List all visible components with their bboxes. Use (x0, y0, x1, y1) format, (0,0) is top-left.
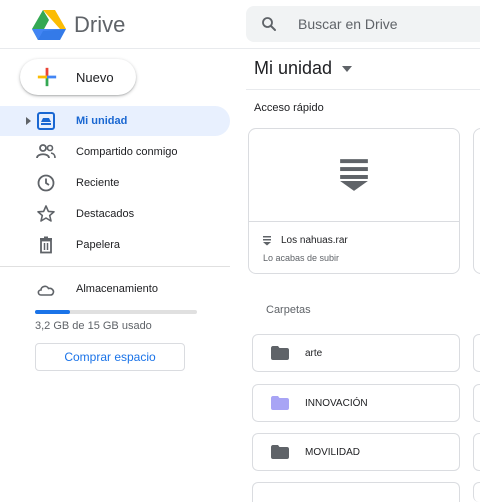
quick-file-subtitle: Lo acabas de subir (263, 253, 340, 263)
quick-access-card-partial[interactable] (473, 128, 480, 274)
sidebar-item-label: Papelera (76, 239, 121, 251)
folder-card[interactable]: MOVILIDAD (252, 433, 460, 471)
sidebar-item-my-drive[interactable]: Mi unidad (0, 106, 230, 136)
folder-card[interactable]: INNOVACIÓN (252, 384, 460, 422)
new-button-label: Nuevo (76, 69, 114, 85)
main-divider (246, 89, 480, 90)
caret-right-icon[interactable] (24, 117, 32, 125)
search-input[interactable] (296, 15, 470, 33)
sidebar-item-trash[interactable]: Papelera (0, 230, 230, 260)
folder-name: INNOVACIÓN (305, 397, 368, 409)
cloud-icon (37, 285, 55, 296)
search-icon[interactable] (260, 15, 278, 33)
chevron-down-icon (342, 65, 353, 72)
folder-card-partial[interactable] (473, 433, 480, 471)
sidebar-item-label: Reciente (76, 177, 120, 189)
plus-icon (37, 67, 57, 87)
quick-file-name: Los nahuas.rar (263, 235, 348, 246)
folder-icon (271, 346, 289, 360)
card-divider (249, 221, 459, 222)
sidebar-item-label: Mi unidad (76, 115, 128, 127)
sidebar-item-label: Destacados (76, 208, 135, 220)
storage-label: Almacenamiento (76, 283, 158, 295)
folder-name: MOVILIDAD (305, 446, 361, 458)
sidebar-item-shared[interactable]: Compartido conmigo (0, 137, 230, 167)
storage-usage-text: 3,2 GB de 15 GB usado (35, 320, 152, 332)
folder-card-partial[interactable] (473, 482, 480, 502)
clock-icon (37, 174, 55, 192)
folders-label: Carpetas (266, 304, 311, 316)
storage-bar (35, 310, 197, 314)
app-name: Drive (74, 12, 126, 37)
my-drive-icon (37, 112, 55, 130)
sidebar-item-starred[interactable]: Destacados (0, 199, 230, 229)
shared-people-icon (36, 144, 56, 159)
trash-icon (40, 236, 52, 254)
sidebar-divider (0, 266, 230, 267)
folder-card-partial[interactable] (473, 334, 480, 372)
sidebar-item-recent[interactable]: Reciente (0, 168, 230, 198)
quick-access-label: Acceso rápido (254, 102, 324, 114)
quick-access-card[interactable]: Los nahuas.rar Lo acabas de subir (248, 128, 460, 274)
storage-bar-fill (35, 310, 70, 314)
folder-name: arte (305, 347, 323, 359)
archive-icon (263, 235, 271, 245)
sidebar-item-label: Compartido conmigo (76, 146, 178, 158)
archive-file-icon (340, 159, 368, 191)
drive-logo-icon (32, 10, 66, 40)
star-icon (37, 205, 55, 222)
folder-icon (271, 396, 289, 410)
folder-card-partial-bottom[interactable] (252, 482, 460, 502)
buy-storage-button[interactable]: Comprar espacio (35, 343, 185, 371)
drive-logo[interactable]: Drive (32, 10, 125, 40)
page-title: Mi unidad (254, 58, 333, 78)
search-bar[interactable] (246, 6, 480, 42)
quick-file-name-text: Los nahuas.rar (281, 235, 348, 246)
folder-icon (271, 445, 289, 459)
folder-card-partial[interactable] (473, 384, 480, 422)
sidebar-item-storage[interactable]: Almacenamiento (0, 274, 230, 304)
folder-card[interactable]: arte (252, 334, 460, 372)
header-divider (0, 48, 480, 49)
page-title-dropdown[interactable]: Mi unidad (254, 58, 353, 79)
new-button[interactable]: Nuevo (20, 59, 136, 95)
